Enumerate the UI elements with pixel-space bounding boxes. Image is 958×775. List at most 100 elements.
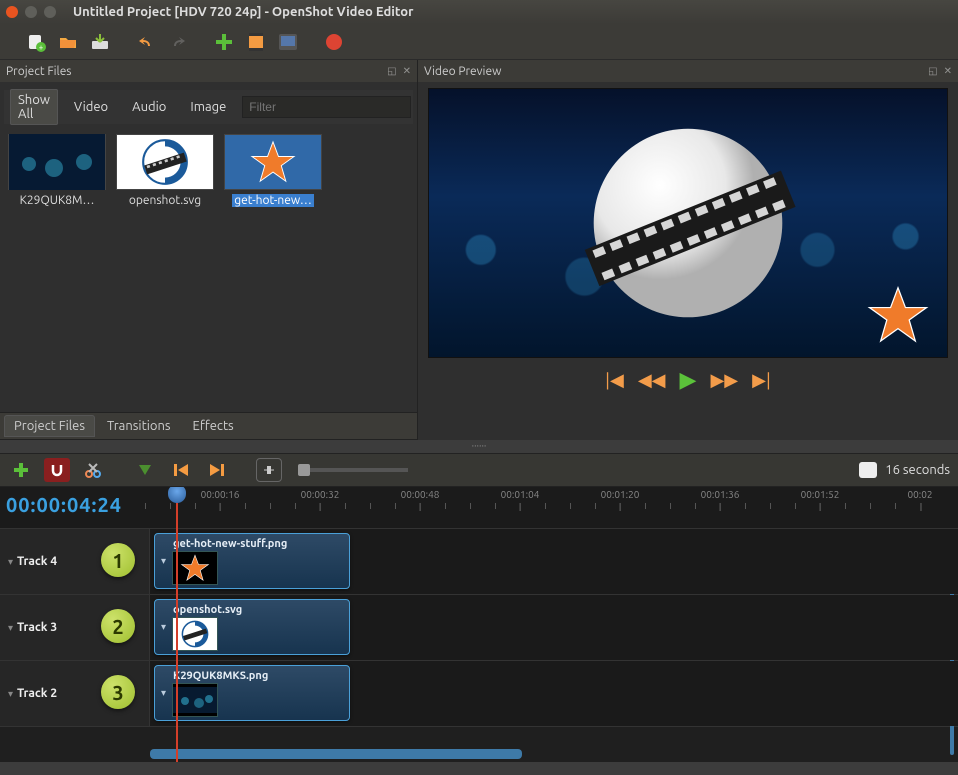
window-minimize-icon[interactable] xyxy=(25,6,37,18)
timeline-clip[interactable]: ▾ get-hot-new-stuff.png xyxy=(154,533,350,589)
track-row: ▾ Track 2 3 ▾ K29QUK8MKS.png xyxy=(0,661,958,727)
next-marker-button[interactable] xyxy=(204,458,230,482)
file-thumbnail xyxy=(116,134,214,190)
tab-project-files[interactable]: Project Files xyxy=(4,415,95,437)
undock-icon[interactable]: ◱ xyxy=(387,65,396,77)
chevron-down-icon[interactable]: ▾ xyxy=(8,556,13,568)
fastforward-button[interactable]: ▶▶ xyxy=(710,370,738,391)
prev-marker-button[interactable] xyxy=(168,458,194,482)
track-header[interactable]: ▾ Track 3 2 xyxy=(0,595,150,660)
preview-viewport[interactable] xyxy=(428,88,948,358)
track-row: ▾ Track 4 1 ▾ get-hot-new-stuff.png xyxy=(0,529,958,595)
clip-thumbnail xyxy=(172,551,218,585)
ruler-tick: 00:02 xyxy=(907,489,932,500)
redo-button[interactable] xyxy=(164,28,192,56)
open-project-button[interactable] xyxy=(54,28,82,56)
annotation-badge: 1 xyxy=(101,543,135,577)
file-label: get-hot-new… xyxy=(232,194,314,207)
add-marker-button[interactable] xyxy=(132,458,158,482)
annotation-badge: 3 xyxy=(101,675,135,709)
chevron-down-icon[interactable]: ▾ xyxy=(161,555,166,567)
clip-label: K29QUK8MKS.png xyxy=(173,670,268,682)
ruler-tick: 00:01:36 xyxy=(701,489,740,500)
playhead[interactable] xyxy=(176,487,178,762)
track-name: Track 4 xyxy=(17,555,57,568)
project-files-panel: Project Files ◱ ✕ Show All Video Audio Im… xyxy=(0,60,418,440)
center-playhead-button[interactable] xyxy=(256,458,282,482)
add-track-button[interactable] xyxy=(8,458,34,482)
razor-button[interactable] xyxy=(80,458,106,482)
undo-button[interactable] xyxy=(132,28,160,56)
new-project-button[interactable]: + xyxy=(22,28,50,56)
filter-tab-showall[interactable]: Show All xyxy=(10,89,58,125)
save-project-button[interactable] xyxy=(86,28,114,56)
timeline-clip[interactable]: ▾ openshot.svg xyxy=(154,599,350,655)
playback-controls: |◀ ◀◀ ▶ ▶▶ ▶| xyxy=(428,362,948,398)
zoom-indicator-icon xyxy=(859,462,877,478)
close-panel-icon[interactable]: ✕ xyxy=(944,65,952,77)
file-label: openshot.svg xyxy=(129,194,201,207)
window-maximize-icon[interactable] xyxy=(44,6,56,18)
track-header[interactable]: ▾ Track 2 3 xyxy=(0,661,150,726)
track-row: ▾ Track 3 2 ▾ openshot.svg xyxy=(0,595,958,661)
clip-thumbnail xyxy=(172,617,218,651)
chevron-down-icon[interactable]: ▾ xyxy=(161,687,166,699)
track-name: Track 3 xyxy=(17,621,57,634)
svg-text:+: + xyxy=(39,43,44,52)
zoom-slider[interactable] xyxy=(298,468,408,472)
tab-transitions[interactable]: Transitions xyxy=(97,415,181,437)
clip-label: get-hot-new-stuff.png xyxy=(173,538,287,550)
timeline-toolbar: 16 seconds xyxy=(0,453,958,487)
project-files-title: Project Files xyxy=(6,65,72,78)
timeline: 00:00:04:24 00:00:16 00:00:32 00:00:48 00:0… xyxy=(0,487,958,762)
track-name: Track 2 xyxy=(17,687,57,700)
track-header[interactable]: ▾ Track 4 1 xyxy=(0,529,150,594)
horizontal-scrollbar[interactable] xyxy=(150,749,522,759)
clip-label: openshot.svg xyxy=(173,604,242,616)
fullscreen-button[interactable] xyxy=(274,28,302,56)
splitter-handle[interactable]: ······ xyxy=(0,440,958,453)
tab-effects[interactable]: Effects xyxy=(183,415,244,437)
file-item[interactable]: openshot.svg xyxy=(114,132,216,212)
jump-start-button[interactable]: |◀ xyxy=(605,370,624,391)
ruler-tick: 00:00:16 xyxy=(201,489,240,500)
file-item[interactable]: K29QUK8M… xyxy=(6,132,108,212)
file-label: K29QUK8M… xyxy=(20,194,95,207)
snap-button[interactable] xyxy=(44,458,70,482)
chevron-down-icon[interactable]: ▾ xyxy=(8,622,13,634)
window-titlebar: Untitled Project [HDV 720 24p] - OpenSho… xyxy=(0,0,958,24)
ruler-tick: 00:00:32 xyxy=(301,489,340,500)
import-files-button[interactable] xyxy=(210,28,238,56)
rewind-button[interactable]: ◀◀ xyxy=(638,370,666,391)
file-thumbnail xyxy=(8,134,106,190)
video-preview-panel: Video Preview ◱ ✕ xyxy=(418,60,958,440)
ruler-tick: 00:01:52 xyxy=(801,489,840,500)
export-button[interactable] xyxy=(320,28,348,56)
video-preview-title: Video Preview xyxy=(424,65,501,78)
clip-thumbnail xyxy=(172,683,218,717)
window-title: Untitled Project [HDV 720 24p] - OpenSho… xyxy=(73,5,413,19)
chevron-down-icon[interactable]: ▾ xyxy=(161,621,166,633)
ruler-tick: 00:01:04 xyxy=(501,489,540,500)
filter-tab-image[interactable]: Image xyxy=(182,96,234,118)
undock-icon[interactable]: ◱ xyxy=(928,65,937,77)
filter-tab-audio[interactable]: Audio xyxy=(124,96,174,118)
close-panel-icon[interactable]: ✕ xyxy=(403,65,411,77)
file-item[interactable]: get-hot-new… xyxy=(222,132,324,212)
window-close-icon[interactable] xyxy=(6,6,18,18)
playhead-timecode: 00:00:04:24 xyxy=(6,493,136,516)
annotation-badge: 2 xyxy=(101,609,135,643)
timeline-ruler[interactable]: 00:00:04:24 00:00:16 00:00:32 00:00:48 00:0… xyxy=(0,487,958,529)
profile-button[interactable] xyxy=(242,28,270,56)
zoom-label: 16 seconds xyxy=(885,463,950,477)
filter-input[interactable] xyxy=(242,96,411,118)
main-toolbar: + xyxy=(0,24,958,60)
play-button[interactable]: ▶ xyxy=(680,367,697,393)
ruler-tick: 00:00:48 xyxy=(401,489,440,500)
jump-end-button[interactable]: ▶| xyxy=(752,370,771,391)
filter-tab-video[interactable]: Video xyxy=(66,96,116,118)
file-thumbnail xyxy=(224,134,322,190)
timeline-clip[interactable]: ▾ K29QUK8MKS.png xyxy=(154,665,350,721)
chevron-down-icon[interactable]: ▾ xyxy=(8,688,13,700)
ruler-tick: 00:01:20 xyxy=(601,489,640,500)
